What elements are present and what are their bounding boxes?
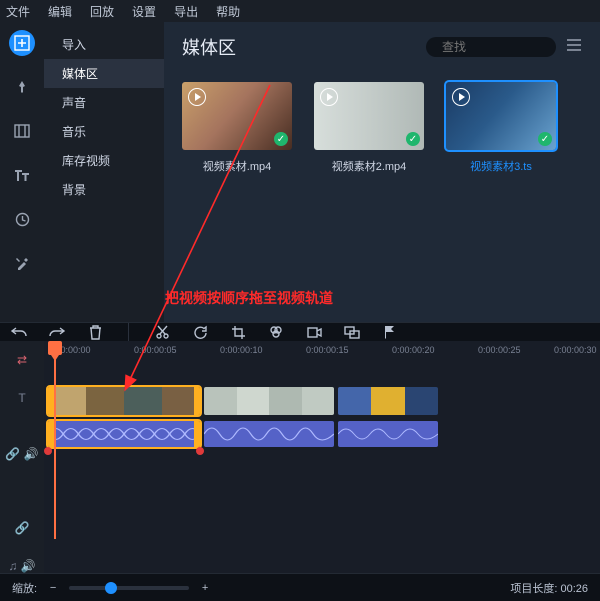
clip-name: 视频素材.mp4 [203, 158, 271, 174]
track-rail: ⇄ T 🔗 🔊 🔗 ♫ 🔊 [0, 341, 44, 573]
rail-text-icon[interactable] [9, 162, 35, 188]
delete-icon[interactable] [86, 323, 104, 341]
ruler-tick: 0:00:00:30 [554, 345, 597, 355]
ruler-tick: 0:00:00:25 [478, 345, 521, 355]
timeline-audio-clip[interactable] [48, 421, 200, 447]
media-title: 媒体区 [182, 34, 236, 60]
audio-track-icon[interactable]: ♫ 🔊 [8, 559, 35, 573]
time-ruler[interactable]: 0:00:00:00 0:00:00:05 0:00:00:10 0:00:00… [44, 341, 600, 363]
timeline-clip[interactable] [48, 387, 200, 415]
play-icon[interactable] [320, 88, 338, 106]
play-icon[interactable] [188, 88, 206, 106]
check-icon: ✓ [274, 132, 288, 146]
text-track-icon[interactable]: T [18, 391, 25, 405]
timeline-area: ⇄ T 🔗 🔊 🔗 ♫ 🔊 0:00:00:00 0:00:00:05 0:00… [0, 341, 600, 573]
clip-name: 视频素材3.ts [470, 158, 532, 174]
undo-icon[interactable] [10, 323, 28, 341]
zoom-control: 缩放: − + [12, 580, 213, 596]
rail-import-icon[interactable] [9, 30, 35, 56]
pip-icon[interactable] [343, 323, 361, 341]
upper-pane: 导入 媒体区 声音 音乐 库存视频 背景 媒体区 [0, 22, 600, 322]
playhead[interactable] [48, 341, 62, 601]
record-icon[interactable] [305, 323, 323, 341]
timeline-clip[interactable] [338, 387, 438, 415]
menu-export[interactable]: 导出 [174, 3, 198, 20]
ruler-tick: 0:00:00:05 [134, 345, 177, 355]
crop-icon[interactable] [229, 323, 247, 341]
nav-tree: 导入 媒体区 声音 音乐 库存视频 背景 [44, 22, 164, 322]
menu-settings[interactable]: 设置 [132, 3, 156, 20]
rotate-icon[interactable] [191, 323, 209, 341]
timeline-audio-clip[interactable] [338, 421, 438, 447]
media-clip[interactable]: ✓ 视频素材2.mp4 [314, 82, 424, 174]
color-icon[interactable] [267, 323, 285, 341]
clip-name: 视频素材2.mp4 [332, 158, 407, 174]
tree-import[interactable]: 导入 [44, 30, 164, 59]
check-icon: ✓ [538, 132, 552, 146]
rail-clock-icon[interactable] [9, 206, 35, 232]
tracks[interactable]: 0:00:00:00 0:00:00:05 0:00:00:10 0:00:00… [44, 341, 600, 573]
ruler-tick: 0:00:00:10 [220, 345, 263, 355]
rail-tools-icon[interactable] [9, 250, 35, 276]
zoom-slider[interactable] [69, 586, 189, 590]
menu-edit[interactable]: 编辑 [48, 3, 72, 20]
menu-file[interactable]: 文件 [6, 3, 30, 20]
hamburger-icon[interactable] [566, 38, 582, 56]
menu-playback[interactable]: 回放 [90, 3, 114, 20]
cut-icon[interactable] [153, 323, 171, 341]
zoom-label: 缩放: [12, 580, 37, 596]
ruler-tick: 0:00:00:15 [306, 345, 349, 355]
ruler-tick: 0:00:00:20 [392, 345, 435, 355]
tree-media[interactable]: 媒体区 [44, 59, 164, 88]
media-panel: 媒体区 ✓ 视频素材.mp4 ✓ 视 [164, 22, 600, 322]
project-duration: 项目长度: 00:26 [510, 580, 588, 596]
tree-sound[interactable]: 声音 [44, 88, 164, 117]
timeline-toolbar [0, 322, 600, 341]
zoom-knob[interactable] [105, 582, 117, 594]
redo-icon[interactable] [48, 323, 66, 341]
tool-rail [0, 22, 44, 322]
rail-pin-icon[interactable] [9, 74, 35, 100]
menu-help[interactable]: 帮助 [216, 3, 240, 20]
video-track-icons[interactable]: 🔗 🔊 [5, 447, 38, 461]
check-icon: ✓ [406, 132, 420, 146]
track-options-icon[interactable]: ⇄ [17, 353, 27, 367]
status-bar: 缩放: − + 项目长度: 00:26 [0, 573, 600, 601]
keyframe-dot[interactable] [196, 447, 204, 455]
link-icon[interactable]: 🔗 [15, 521, 30, 535]
media-clip[interactable]: ✓ 视频素材3.ts [446, 82, 556, 174]
rail-transition-icon[interactable] [9, 118, 35, 144]
tree-stock[interactable]: 库存视频 [44, 146, 164, 175]
marker-icon[interactable] [381, 323, 399, 341]
tree-music[interactable]: 音乐 [44, 117, 164, 146]
timeline-audio-clip[interactable] [204, 421, 334, 447]
app-root: 文件 编辑 回放 设置 导出 帮助 [0, 0, 600, 567]
search-box[interactable] [426, 37, 556, 57]
play-icon[interactable] [452, 88, 470, 106]
menubar: 文件 编辑 回放 设置 导出 帮助 [0, 0, 600, 22]
tree-background[interactable]: 背景 [44, 175, 164, 204]
media-clip[interactable]: ✓ 视频素材.mp4 [182, 82, 292, 174]
timeline-clip[interactable] [204, 387, 334, 415]
zoom-in-icon[interactable]: + [197, 582, 213, 594]
